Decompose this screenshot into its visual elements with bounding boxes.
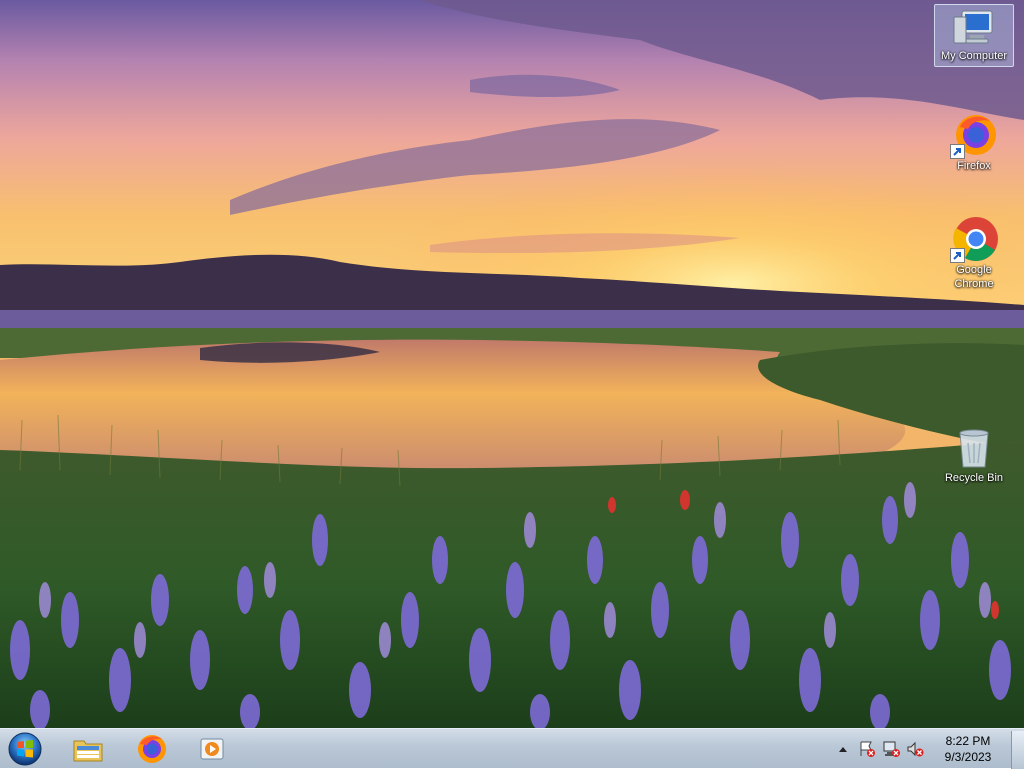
action-center-alert-icon[interactable]: [858, 740, 876, 758]
desktop-icon-label: Recycle Bin: [944, 472, 1004, 484]
clock-date: 9/3/2023: [944, 750, 992, 764]
wallpaper-image: [0, 0, 1024, 728]
desktop-icon-label: Google Chrome: [954, 264, 994, 290]
desktop-icon-label: My Computer: [940, 50, 1008, 62]
chrome-desktop-icon[interactable]: Google Chrome: [934, 212, 1014, 295]
windows-logo-icon: [8, 732, 42, 766]
chrome-icon: [950, 215, 998, 263]
firefox-icon: [138, 735, 166, 763]
clock-time: 8:22 PM: [945, 734, 991, 748]
firefox-desktop-icon[interactable]: Firefox: [934, 108, 1014, 177]
show-desktop-button[interactable]: [1011, 730, 1024, 769]
taskbar: 8:22 PM 9/3/2023: [0, 728, 1024, 769]
taskbar-media-player-button[interactable]: [187, 732, 237, 766]
desktop[interactable]: My Computer Firefox Google Chrome Recycl…: [0, 0, 1024, 728]
computer-icon: [950, 7, 998, 49]
taskbar-firefox-button[interactable]: [126, 732, 176, 766]
my-computer-desktop-icon[interactable]: My Computer: [934, 4, 1014, 67]
taskbar-file-explorer-button[interactable]: [63, 732, 113, 766]
taskbar-clock[interactable]: 8:22 PM 9/3/2023: [933, 733, 1003, 765]
file-explorer-icon: [73, 740, 103, 762]
system-tray: 8:22 PM 9/3/2023: [831, 729, 1024, 769]
media-player-icon: [200, 738, 224, 760]
show-hidden-icons-icon[interactable]: [834, 740, 852, 758]
volume-muted-icon[interactable]: [906, 740, 924, 758]
shortcut-arrow-icon: [950, 144, 965, 159]
shortcut-arrow-icon: [950, 248, 965, 263]
network-disconnected-icon[interactable]: [882, 740, 900, 758]
desktop-icon-label: Firefox: [957, 160, 991, 172]
recycle-bin-desktop-icon[interactable]: Recycle Bin: [934, 420, 1014, 489]
start-button[interactable]: [6, 731, 44, 767]
firefox-icon: [950, 111, 998, 159]
recycle-bin-icon: [950, 423, 998, 471]
